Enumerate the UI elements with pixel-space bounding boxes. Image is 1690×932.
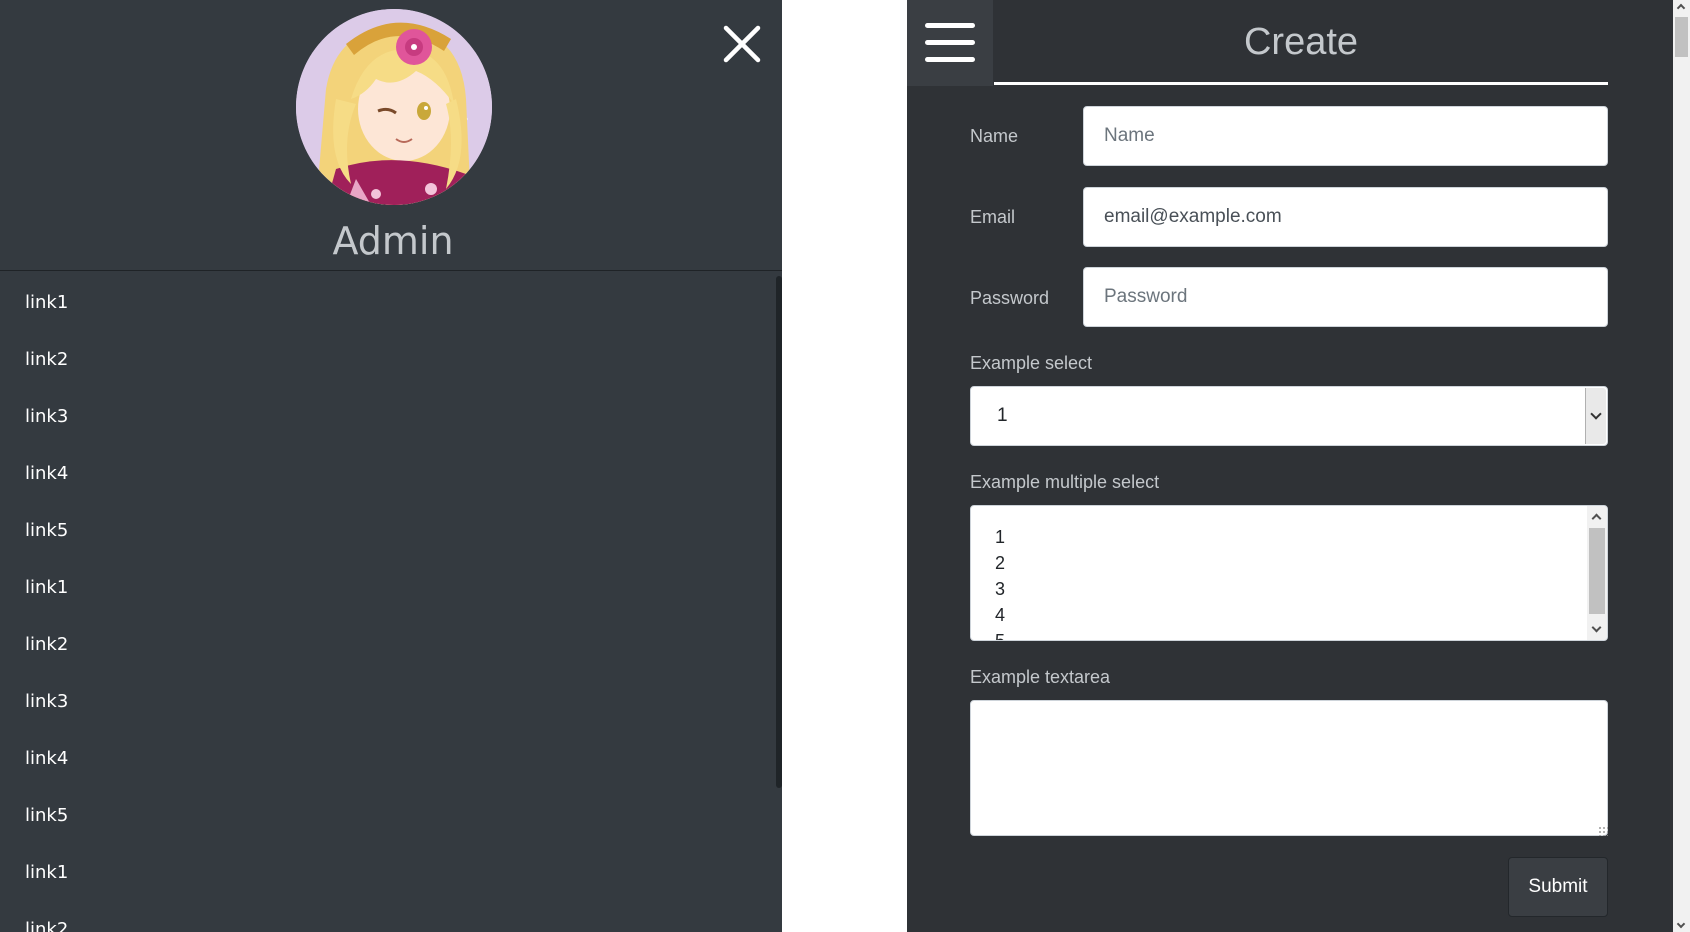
multi-select-option[interactable]: 1	[995, 524, 1005, 550]
scroll-down-icon[interactable]	[1676, 919, 1686, 929]
sidebar-link[interactable]: link2	[0, 616, 776, 673]
scrollbar-thumb[interactable]	[1589, 528, 1605, 614]
multi-select-option[interactable]: 4	[995, 602, 1005, 628]
menu-button[interactable]	[907, 0, 993, 86]
name-label: Name	[970, 126, 1019, 146]
hamburger-menu-icon	[925, 23, 975, 62]
multi-select-label: Example multiple select	[970, 472, 1160, 492]
password-label: Password	[970, 288, 1050, 308]
sidebar-link[interactable]: link1	[0, 844, 776, 901]
multi-select-scrollbar[interactable]	[1587, 506, 1607, 640]
email-label: Email	[970, 207, 1016, 227]
scrollbar-thumb[interactable]	[1675, 17, 1688, 57]
sidebar-link[interactable]: link3	[0, 673, 776, 730]
multi-select-option[interactable]: 5	[995, 628, 1005, 640]
name-input[interactable]	[1083, 106, 1608, 166]
sidebar: Admin link1 link2 link3 link4 link5 link…	[0, 0, 782, 932]
chevron-down-icon[interactable]	[1585, 388, 1606, 444]
sidebar-scrollbar[interactable]	[776, 276, 782, 788]
select-value: 1	[997, 405, 1008, 426]
email-input[interactable]	[1083, 187, 1608, 247]
page-scrollbar[interactable]	[1673, 0, 1690, 932]
sidebar-link[interactable]: link2	[0, 331, 776, 388]
textarea-label: Example textarea	[970, 667, 1111, 687]
multi-select-option[interactable]: 3	[995, 576, 1005, 602]
page-title: Create	[994, 0, 1608, 85]
sidebar-link[interactable]: link4	[0, 730, 776, 787]
admin-name: Admin	[332, 219, 454, 263]
select-label: Example select	[970, 353, 1093, 373]
avatar-image	[296, 9, 492, 205]
scroll-down-icon[interactable]	[1591, 622, 1602, 633]
sidebar-link[interactable]: link4	[0, 445, 776, 502]
scroll-up-icon[interactable]	[1591, 513, 1602, 524]
sidebar-link[interactable]: link1	[0, 274, 776, 331]
close-icon	[723, 25, 761, 63]
create-panel: Create Name Email Password Example selec…	[907, 0, 1673, 932]
resize-grip-icon[interactable]	[1598, 826, 1608, 836]
avatar	[296, 9, 492, 205]
password-input[interactable]	[1083, 267, 1608, 327]
multi-select-option[interactable]: 2	[995, 550, 1005, 576]
sidebar-link[interactable]: link1	[0, 559, 776, 616]
close-sidebar-button[interactable]	[718, 20, 766, 68]
sidebar-link[interactable]: link3	[0, 388, 776, 445]
scroll-up-icon[interactable]	[1676, 3, 1686, 13]
sidebar-link[interactable]: link2	[0, 901, 776, 932]
sidebar-link[interactable]: link5	[0, 787, 776, 844]
sidebar-nav: link1 link2 link3 link4 link5 link1 link…	[0, 274, 776, 932]
sidebar-link[interactable]: link5	[0, 502, 776, 559]
example-textarea[interactable]	[970, 700, 1608, 836]
sidebar-header: Admin	[0, 0, 782, 271]
submit-button[interactable]: Submit	[1508, 857, 1608, 917]
example-multiple-select[interactable]: 1 2 3 4 5	[970, 505, 1608, 641]
example-select[interactable]: 1	[970, 386, 1608, 446]
